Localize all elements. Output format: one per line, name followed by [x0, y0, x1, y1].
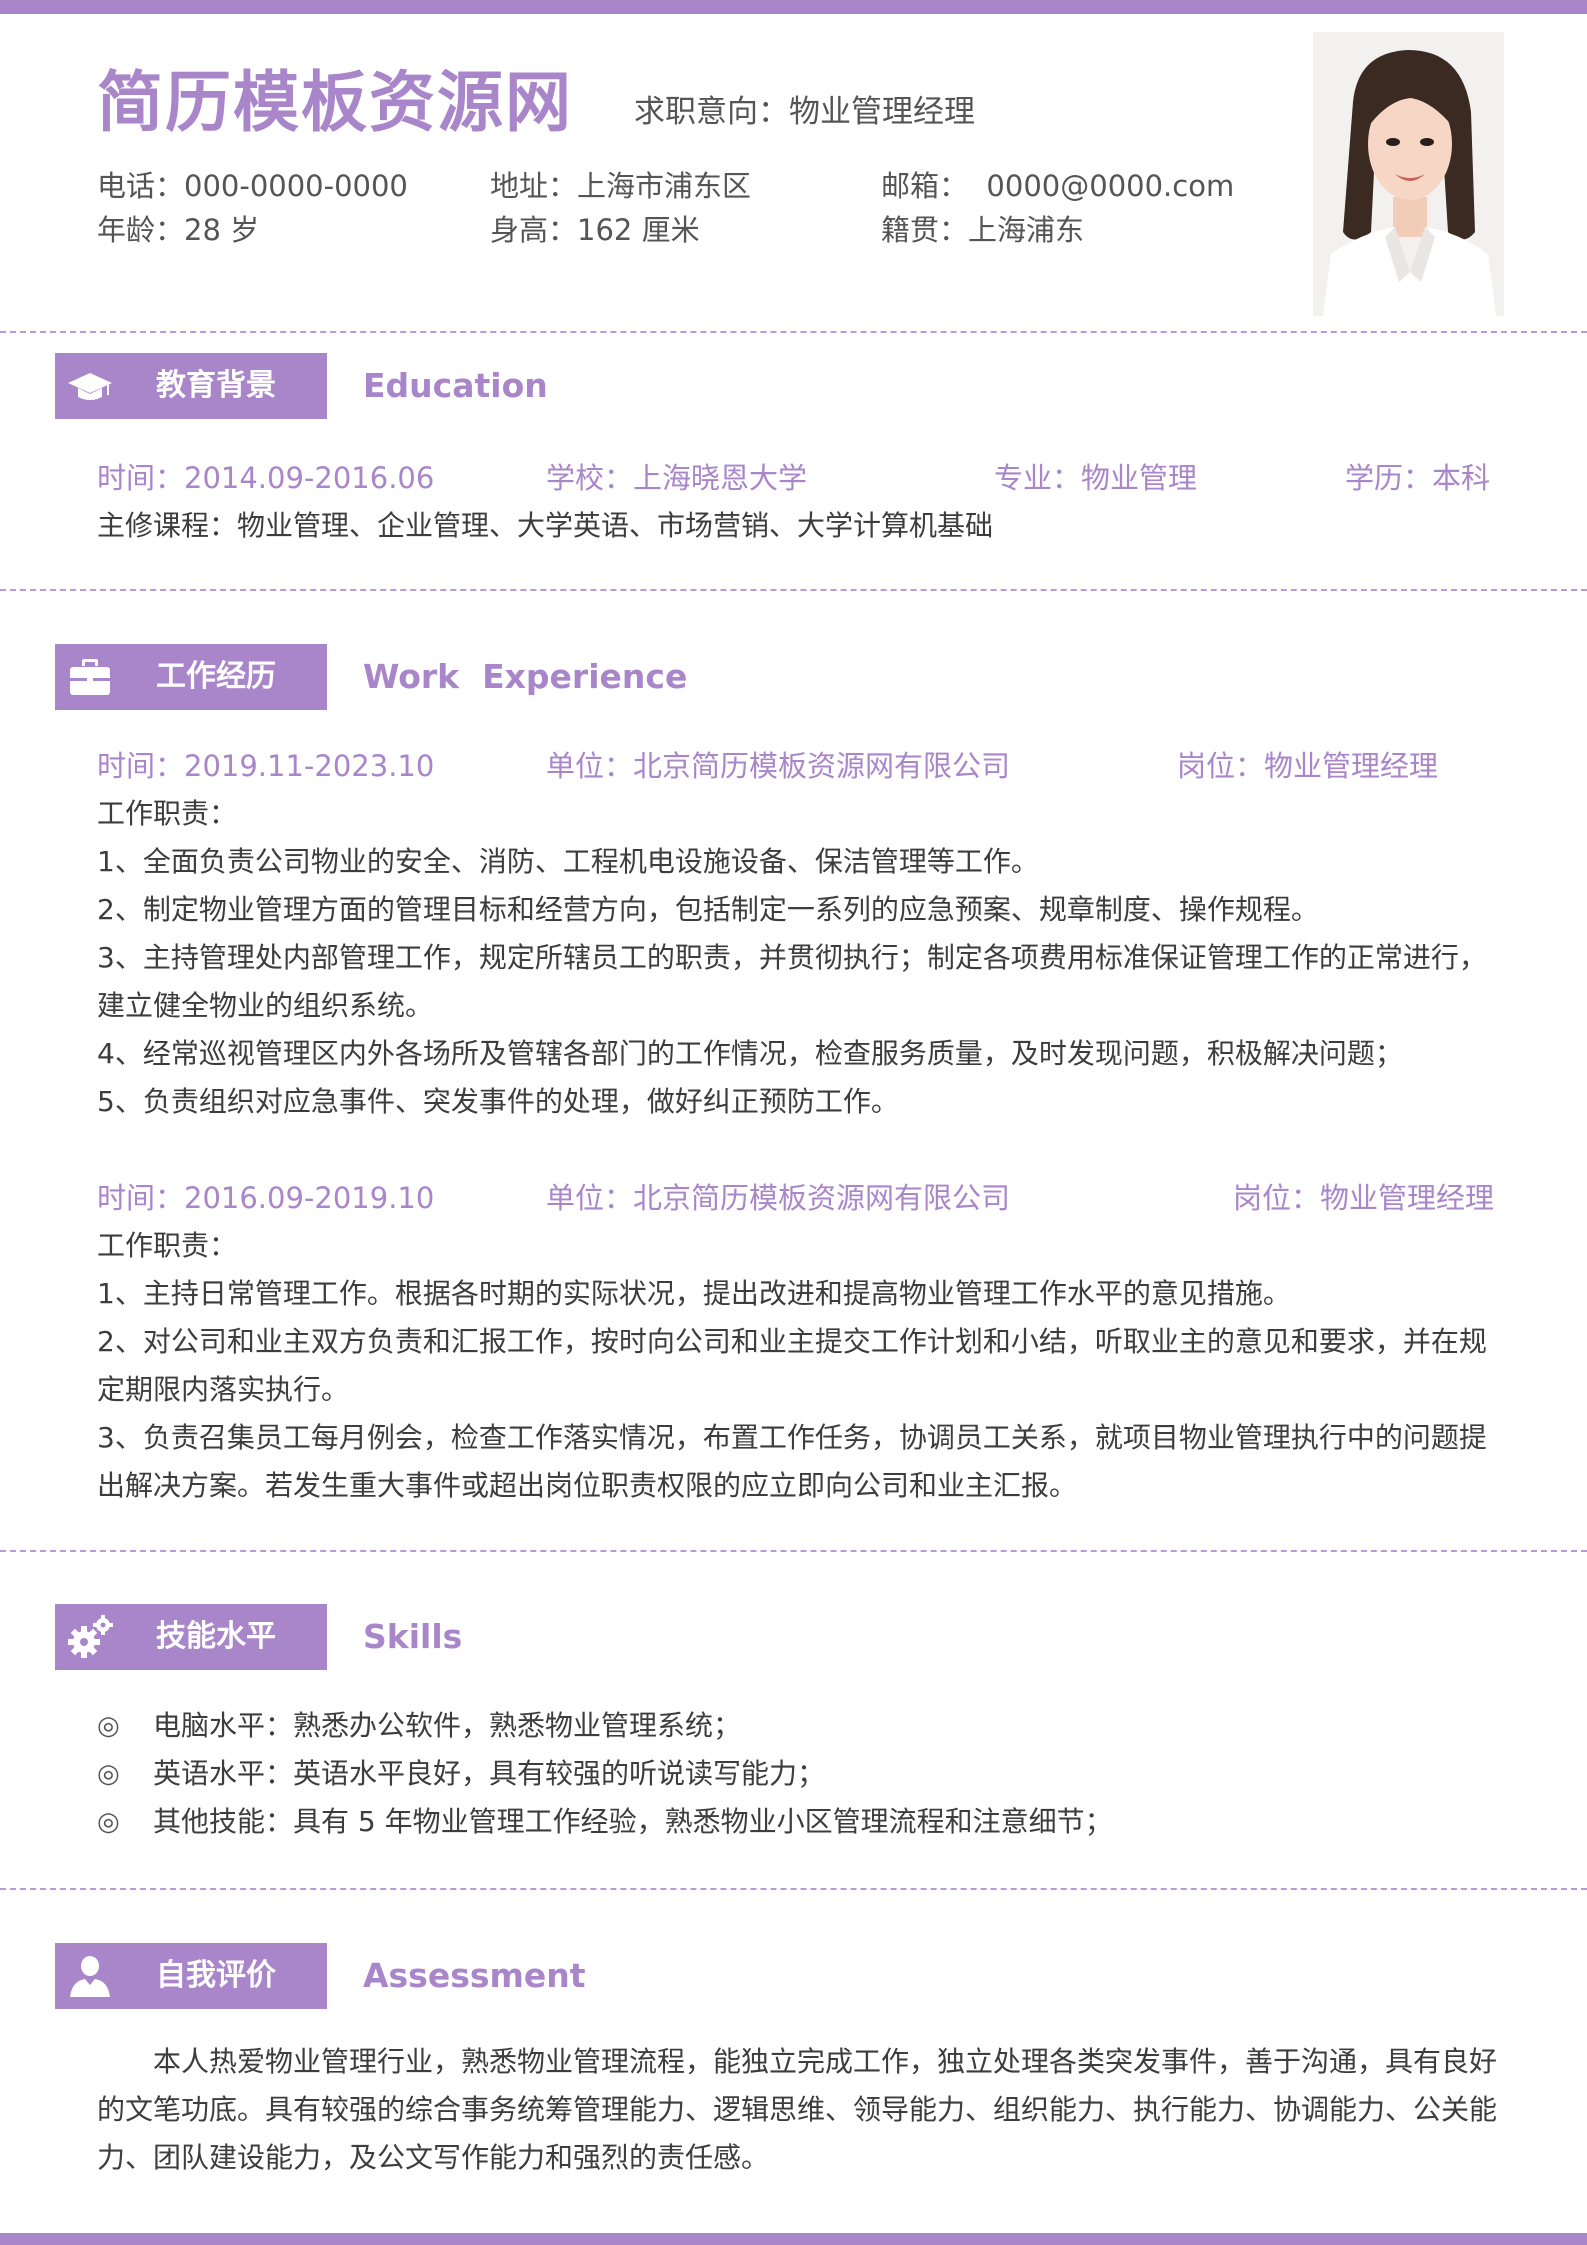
height-info: 身高：162 厘米: [490, 213, 700, 247]
section-divider: [0, 1550, 1587, 1552]
gears-icon: [67, 1614, 113, 1660]
education-degree: 学历：本科: [1345, 461, 1491, 495]
job-position: 岗位：物业管理经理: [1177, 749, 1439, 783]
skill-item: 其他技能：具有 5 年物业管理工作经验，熟悉物业小区管理流程和注意细节；: [153, 1805, 1113, 1838]
job-company: 单位：北京简历模板资源网有限公司: [546, 749, 1011, 783]
job-intent: 求职意向：物业管理经理: [634, 94, 975, 130]
job-time: 时间：2019.11-2023.10: [97, 749, 435, 783]
section-divider: [0, 331, 1587, 333]
graduation-cap-icon: [67, 363, 113, 409]
profile-photo: [1313, 32, 1504, 316]
work-title-en: Work Experience: [363, 657, 688, 696]
user-icon: [67, 1953, 113, 1999]
assessment-header-box: 自我评价: [55, 1943, 327, 2009]
job-duty: 2、对公司和业主双方负责和汇报工作，按时向公司和业主提交工作计划和小结，听取业主…: [97, 1325, 1487, 1406]
skill-bullet: ◎: [97, 1759, 120, 1789]
education-major: 专业：物业管理: [994, 461, 1198, 495]
assessment-title-en: Assessment: [363, 1956, 586, 1995]
address-info: 地址：上海市浦东区: [490, 169, 752, 203]
assessment-text: 本人热爱物业管理行业，熟悉物业管理流程，能独立完成工作，独立处理各类突发事件，善…: [97, 2045, 1498, 2174]
education-title-en: Education: [363, 366, 548, 405]
email-info: 邮箱： 0000@0000.com: [881, 169, 1235, 203]
work-header-box: 工作经历: [55, 644, 327, 710]
education-title: 教育背景: [156, 368, 276, 403]
education-courses: 主修课程：物业管理、企业管理、大学英语、市场营销、大学计算机基础: [97, 509, 994, 542]
skills-title: 技能水平: [156, 1619, 276, 1654]
education-header-box: 教育背景: [55, 353, 327, 419]
age-info: 年龄：28 岁: [97, 213, 260, 247]
education-time: 时间：2014.09-2016.06: [97, 461, 435, 495]
job-duty: 5、负责组织对应急事件、突发事件的处理，做好纠正预防工作。: [97, 1085, 899, 1118]
job-duty: 3、主持管理处内部管理工作，规定所辖员工的职责，并贯彻执行；制定各项费用标准保证…: [97, 941, 1487, 1022]
briefcase-icon: [67, 654, 113, 700]
job-duties-label: 工作职责：: [97, 1229, 238, 1262]
job-duty: 3、负责召集员工每月例会，检查工作落实情况，布置工作任务，协调员工关系，就项目物…: [97, 1421, 1487, 1502]
job-duty: 1、主持日常管理工作。根据各时期的实际状况，提出改进和提高物业管理工作水平的意见…: [97, 1277, 1291, 1310]
top-accent-bar: [0, 0, 1587, 14]
job-position: 岗位：物业管理经理: [1233, 1181, 1495, 1215]
origin-info: 籍贯：上海浦东: [881, 213, 1085, 247]
job-company: 单位：北京简历模板资源网有限公司: [546, 1181, 1011, 1215]
skill-bullet: ◎: [97, 1711, 120, 1741]
skill-item: 电脑水平：熟悉办公软件，熟悉物业管理系统；: [153, 1709, 742, 1742]
skills-title-en: Skills: [363, 1617, 463, 1656]
job-duty: 4、经常巡视管理区内外各场所及管辖各部门的工作情况，检查服务质量，及时发现问题，…: [97, 1037, 1403, 1070]
job-time: 时间：2016.09-2019.10: [97, 1181, 435, 1215]
phone-info: 电话：000-0000-0000: [97, 169, 408, 203]
work-title: 工作经历: [156, 659, 276, 694]
section-divider: [0, 1888, 1587, 1890]
bottom-accent-bar: [0, 2233, 1587, 2245]
education-school: 学校：上海晓恩大学: [546, 461, 808, 495]
job-duty: 2、制定物业管理方面的管理目标和经营方向，包括制定一系列的应急预案、规章制度、操…: [97, 893, 1319, 926]
skill-item: 英语水平：英语水平良好，具有较强的听说读写能力；: [153, 1757, 826, 1790]
assessment-title: 自我评价: [156, 1958, 276, 1993]
job-duty: 1、全面负责公司物业的安全、消防、工程机电设施设备、保洁管理等工作。: [97, 845, 1039, 878]
resume-name: 简历模板资源网: [97, 64, 573, 141]
section-divider: [0, 589, 1587, 591]
skill-bullet: ◎: [97, 1807, 120, 1837]
job-duties-label: 工作职责：: [97, 797, 238, 830]
skills-header-box: 技能水平: [55, 1604, 327, 1670]
